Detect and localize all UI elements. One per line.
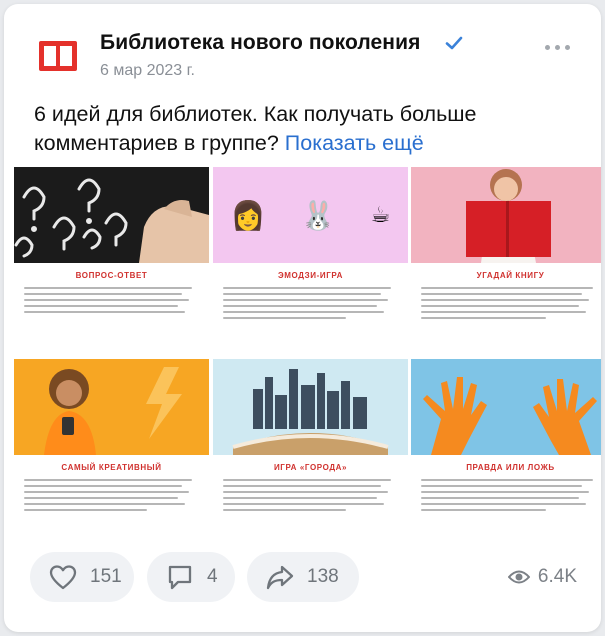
city-book-image — [213, 359, 408, 455]
coffee-emoji-icon: ☕ — [370, 202, 391, 227]
rabbit-emoji-icon: 🐰 — [300, 199, 336, 231]
share-count: 138 — [307, 566, 339, 587]
views-counter: 6.4K — [507, 564, 577, 590]
show-more-link[interactable]: Показать ещё — [285, 131, 424, 155]
collage-item-question-answer[interactable]: ВОПРОС-ОТВЕТ — [14, 167, 209, 355]
emoji-image: 👩 🐰 ☕ — [213, 167, 408, 263]
collage-text-lines — [24, 287, 199, 317]
share-arrow-icon — [266, 565, 294, 590]
share-button[interactable]: 138 — [247, 552, 359, 602]
collage-item-truth-or-lie[interactable]: ПРАВДА ИЛИ ЛОЖЬ — [411, 359, 601, 547]
heart-icon — [49, 565, 77, 590]
collage-caption: ВОПРОС-ОТВЕТ — [75, 271, 148, 280]
post-card: Библиотека нового поколения 6 мар 2023 г… — [4, 4, 601, 632]
collage-text-lines — [223, 287, 398, 323]
woman-phone-image — [14, 359, 209, 455]
verified-icon — [445, 36, 463, 50]
comment-icon — [168, 565, 192, 590]
like-button[interactable]: 151 — [30, 552, 134, 602]
post-text: 6 идей для библиотек. Как получать больш… — [34, 100, 579, 158]
collage-item-emoji-game[interactable]: 👩 🐰 ☕ ЭМОДЗИ-ИГРА — [213, 167, 408, 355]
comment-button[interactable]: 4 — [147, 552, 235, 602]
post-date[interactable]: 6 мар 2023 г. — [100, 62, 195, 80]
woman-red-book-image — [411, 167, 601, 263]
comment-count: 4 — [207, 566, 218, 587]
collage-item-cities-game[interactable]: ИГРА «ГОРОДА» — [213, 359, 408, 547]
woman-emoji-icon: 👩 — [230, 199, 266, 231]
collage-caption: ИГРА «ГОРОДА» — [273, 463, 348, 472]
orange-hands-image — [411, 359, 601, 455]
collage-text-lines — [421, 287, 600, 323]
collage-text-lines — [223, 479, 398, 515]
like-count: 151 — [90, 566, 122, 587]
collage-caption: ЭМОДЗИ-ИГРА — [278, 271, 343, 280]
collage-text-lines — [421, 479, 600, 515]
collage-caption: УГАДАЙ КНИГУ — [476, 271, 545, 280]
eye-icon — [507, 570, 530, 584]
collage-caption: ПРАВДА ИЛИ ЛОЖЬ — [466, 463, 555, 472]
question-marks-image — [14, 167, 209, 263]
views-count: 6.4K — [537, 566, 577, 587]
collage-item-most-creative[interactable]: САМЫЙ КРЕАТИВНЫЙ — [14, 359, 209, 547]
group-name[interactable]: Библиотека нового поколения — [100, 31, 420, 55]
collage-caption: САМЫЙ КРЕАТИВНЫЙ — [61, 463, 162, 472]
more-options-icon[interactable] — [545, 42, 575, 52]
group-avatar[interactable] — [38, 38, 78, 74]
collage-text-lines — [24, 479, 199, 515]
collage-item-guess-book[interactable]: УГАДАЙ КНИГУ — [411, 167, 601, 355]
image-collage[interactable]: ВОПРОС-ОТВЕТ 👩 🐰 ☕ ЭМОДЗИ-ИГРА УГАДАЙ КН… — [14, 167, 601, 547]
